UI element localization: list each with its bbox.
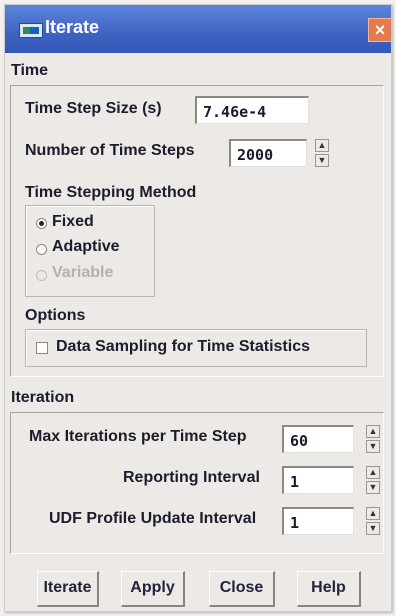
radio-variable-label: Variable — [52, 264, 114, 281]
time-stepping-method-label: Time Stepping Method — [25, 184, 197, 201]
reporting-interval-spinner[interactable]: ▲ ▼ — [366, 466, 380, 494]
spin-up-icon[interactable]: ▲ — [366, 466, 380, 479]
time-section-label: Time — [11, 62, 49, 79]
data-sampling-checkbox[interactable] — [36, 342, 48, 354]
max-iterations-spinner[interactable]: ▲ ▼ — [366, 425, 380, 453]
udf-profile-update-interval-input[interactable]: 1 — [282, 507, 354, 535]
help-button[interactable]: Help — [297, 571, 361, 607]
time-step-size-label: Time Step Size (s) — [25, 100, 162, 117]
apply-button[interactable]: Apply — [121, 571, 185, 607]
time-step-size-input[interactable]: 7.46e-4 — [195, 96, 309, 124]
spin-down-icon[interactable]: ▼ — [366, 481, 380, 494]
radio-fixed[interactable] — [36, 218, 47, 229]
number-of-time-steps-input[interactable]: 2000 — [229, 139, 307, 167]
time-section: Time Step Size (s) 7.46e-4 Number of Tim… — [10, 85, 384, 377]
udf-profile-update-interval-label: UDF Profile Update Interval — [49, 510, 257, 527]
app-icon — [19, 23, 43, 38]
spin-down-icon[interactable]: ▼ — [315, 154, 329, 167]
iteration-section: Max Iterations per Time Step 60 ▲ ▼ Repo… — [10, 412, 384, 554]
iterate-dialog: Iterate × Time Time Step Size (s) 7.46e-… — [4, 4, 392, 612]
reporting-interval-input[interactable]: 1 — [282, 466, 354, 494]
radio-adaptive-label[interactable]: Adaptive — [52, 238, 120, 256]
options-group: Data Sampling for Time Statistics — [25, 329, 367, 367]
radio-variable — [36, 270, 47, 281]
radio-fixed-label[interactable]: Fixed — [52, 213, 94, 231]
close-window-button[interactable]: × — [368, 18, 392, 42]
iterate-button[interactable]: Iterate — [37, 571, 99, 607]
udf-profile-update-interval-spinner[interactable]: ▲ ▼ — [366, 507, 380, 535]
spin-up-icon[interactable]: ▲ — [366, 425, 380, 438]
spin-down-icon[interactable]: ▼ — [366, 522, 380, 535]
spin-up-icon[interactable]: ▲ — [315, 139, 329, 152]
close-button[interactable]: Close — [209, 571, 275, 607]
spin-down-icon[interactable]: ▼ — [366, 440, 380, 453]
radio-adaptive[interactable] — [36, 244, 47, 255]
options-label: Options — [25, 307, 86, 324]
number-of-time-steps-spinner[interactable]: ▲ ▼ — [315, 139, 329, 167]
max-iterations-label: Max Iterations per Time Step — [29, 428, 247, 445]
window-title: Iterate — [45, 17, 100, 37]
iteration-section-label: Iteration — [11, 389, 75, 406]
number-of-time-steps-label: Number of Time Steps — [25, 142, 195, 159]
title-bar[interactable]: Iterate × — [5, 5, 392, 53]
spin-up-icon[interactable]: ▲ — [366, 507, 380, 520]
time-stepping-method-group: Fixed Adaptive Variable — [25, 205, 155, 297]
data-sampling-label[interactable]: Data Sampling for Time Statistics — [56, 338, 310, 356]
max-iterations-input[interactable]: 60 — [282, 425, 354, 453]
reporting-interval-label: Reporting Interval — [123, 469, 260, 486]
